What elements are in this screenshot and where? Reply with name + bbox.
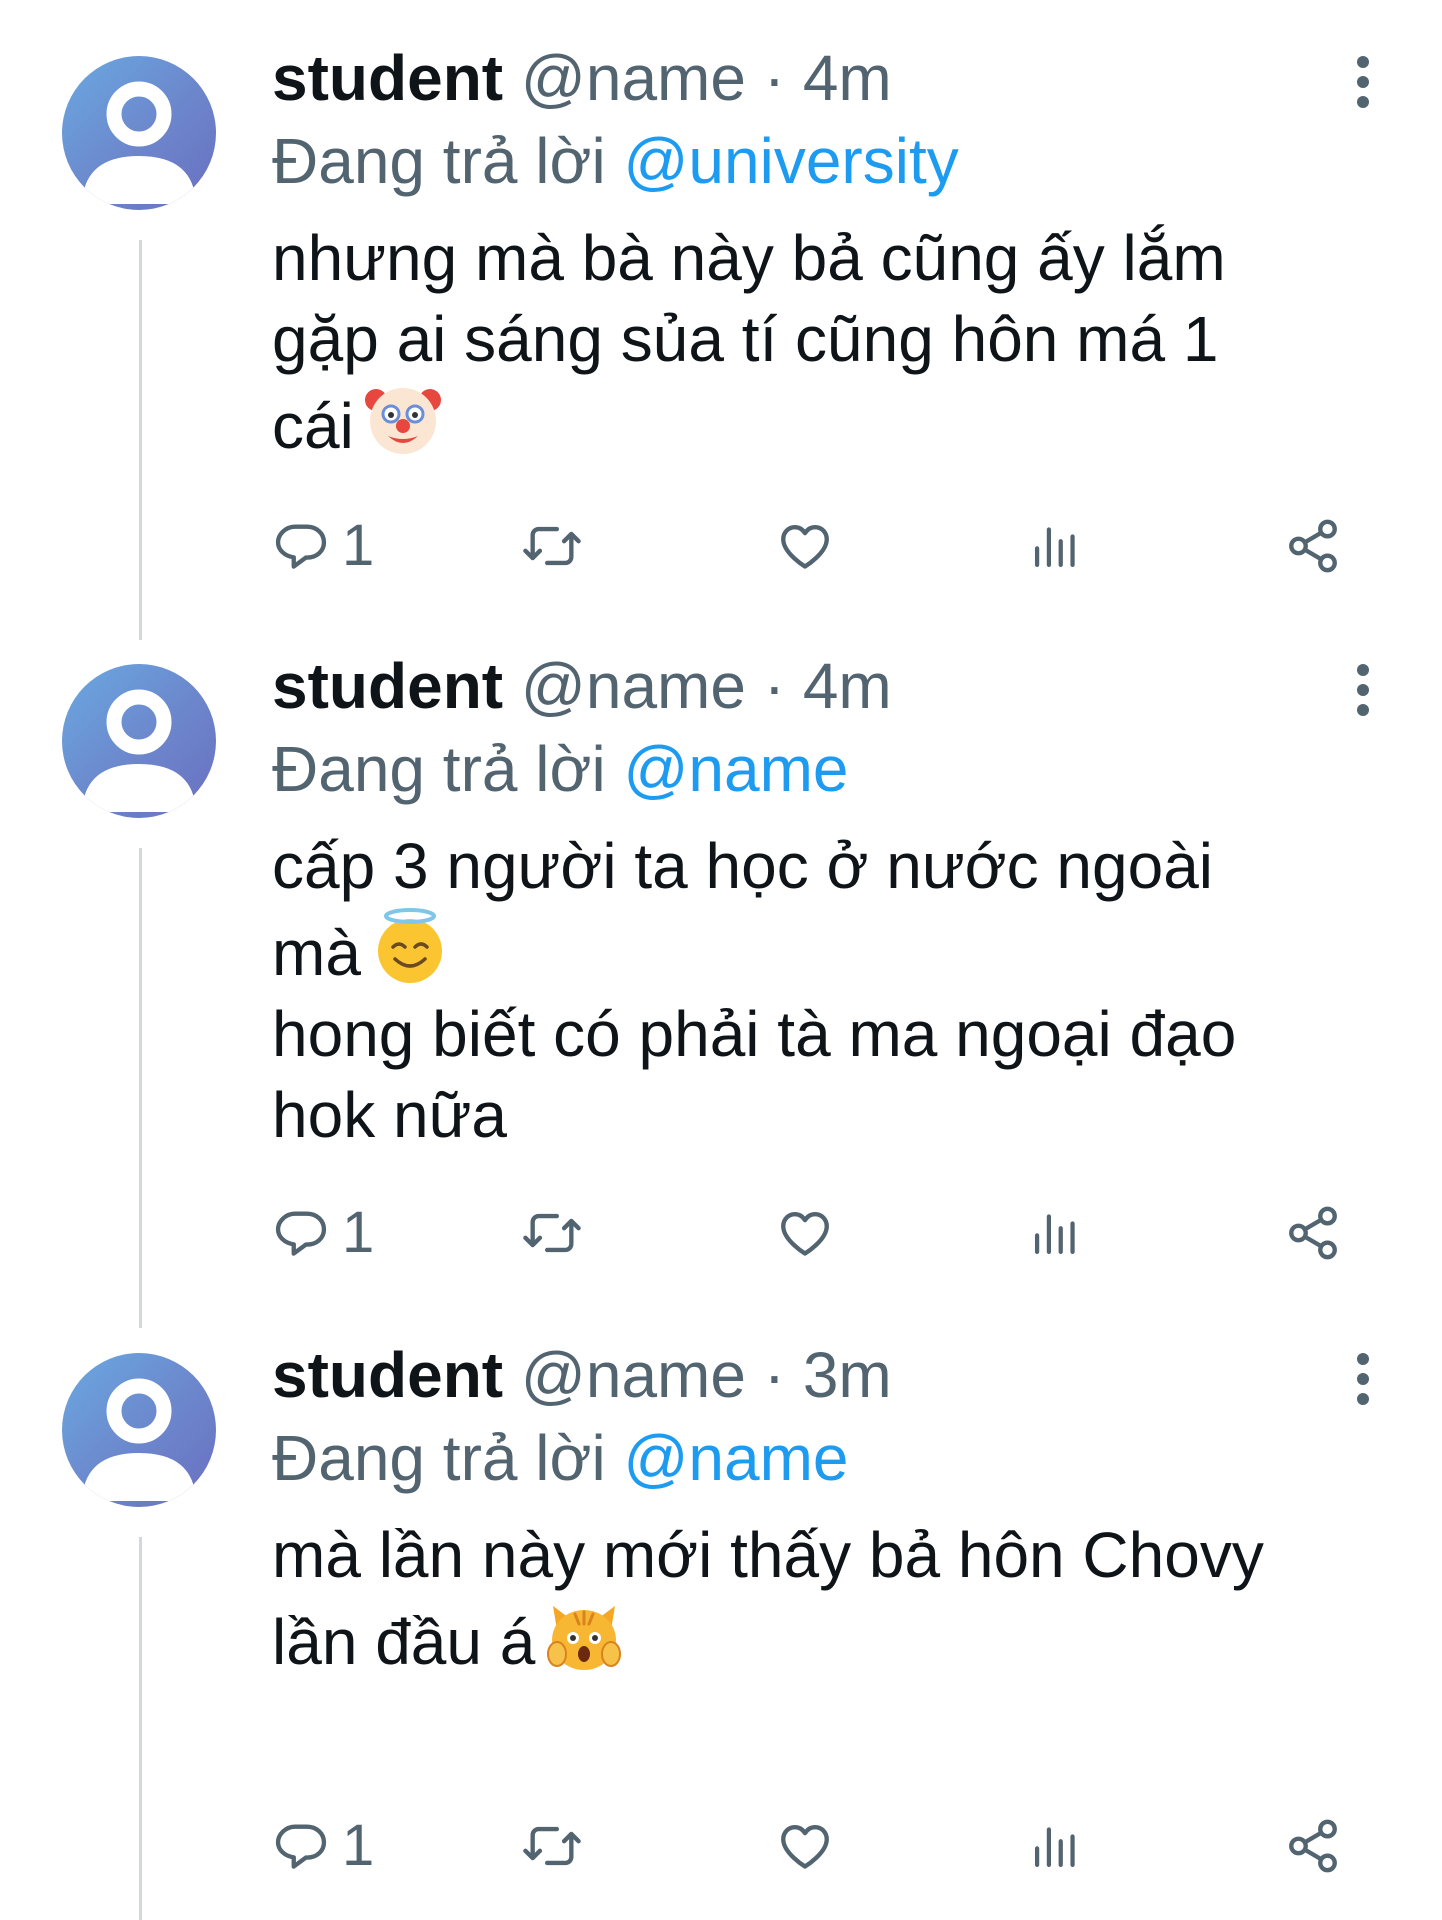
tweet-header: student @name · 3m	[272, 1335, 892, 1415]
tweet-actions: 1	[0, 1806, 1442, 1886]
tweet-text: nhưng mà bà này bả cũng ấy lắm gặp ai sá…	[272, 218, 1392, 467]
views-button[interactable]	[1030, 1806, 1082, 1886]
tweet-text-line: lần đầu á	[272, 1606, 536, 1678]
display-name[interactable]: student	[272, 650, 503, 722]
avatar[interactable]	[62, 56, 216, 210]
weary-cat-emoji	[545, 1596, 623, 1674]
reply-icon	[275, 524, 327, 569]
replying-label: Đang trả lời	[272, 1422, 606, 1494]
views-button[interactable]	[1030, 506, 1082, 586]
tweet-text-line: mà	[272, 917, 361, 989]
replying-label: Đang trả lời	[272, 125, 606, 197]
share-icon	[1289, 1819, 1337, 1873]
retweet-icon	[523, 1826, 581, 1866]
separator: ·	[763, 42, 786, 114]
timestamp[interactable]: 4m	[803, 42, 892, 114]
display-name[interactable]: student	[272, 1339, 503, 1411]
display-name[interactable]: student	[272, 42, 503, 114]
clown-face-emoji	[364, 380, 442, 458]
tweet-text-line: cấp 3 người ta học ở nước ngoài	[272, 830, 1213, 902]
share-icon	[1289, 1206, 1337, 1260]
mention-link[interactable]: @university	[623, 125, 958, 197]
user-handle[interactable]: @name	[521, 1339, 746, 1411]
like-icon	[781, 1211, 829, 1256]
retweet-button[interactable]	[520, 506, 584, 586]
tweet[interactable]: student @name · 3m Đang trả lời @name mà…	[0, 1297, 1442, 1920]
reply-button[interactable]: 1	[272, 1806, 374, 1886]
tweet-text-line: cái	[272, 390, 354, 462]
smiling-face-with-halo-emoji	[371, 907, 449, 985]
retweet-icon	[523, 1213, 581, 1253]
more-icon	[1357, 56, 1369, 108]
reply-count: 1	[342, 513, 375, 578]
mention-link[interactable]: @name	[623, 733, 848, 805]
replying-to: Đang trả lời @name	[272, 729, 849, 809]
avatar[interactable]	[62, 664, 216, 818]
more-options-button[interactable]	[1348, 1349, 1378, 1409]
mention-link[interactable]: @name	[623, 1422, 848, 1494]
tweet-text: cấp 3 người ta học ở nước ngoài mà hong …	[272, 826, 1392, 1156]
tweet-text-line: gặp ai sáng sủa tí cũng hôn má 1	[272, 303, 1219, 375]
default-avatar-icon	[82, 81, 196, 204]
tweet-text-line: hok nữa	[272, 1079, 507, 1151]
default-avatar-icon	[82, 1378, 196, 1501]
more-icon	[1357, 1353, 1369, 1405]
share-button[interactable]	[1284, 1806, 1342, 1886]
tweet[interactable]: student @name · 4m Đang trả lời @univers…	[0, 0, 1442, 650]
replying-label: Đang trả lời	[272, 733, 606, 805]
more-options-button[interactable]	[1348, 660, 1378, 720]
separator: ·	[763, 650, 786, 722]
more-icon	[1357, 664, 1369, 716]
avatar[interactable]	[62, 1353, 216, 1507]
reply-count: 1	[342, 1200, 375, 1265]
default-avatar-icon	[82, 689, 196, 812]
views-button[interactable]	[1030, 1193, 1082, 1273]
share-button[interactable]	[1284, 1193, 1342, 1273]
replying-to: Đang trả lời @university	[272, 121, 959, 201]
like-icon	[781, 524, 829, 569]
reply-icon	[275, 1824, 327, 1869]
tweet-text-line: mà lần này mới thấy bả hôn Chovy	[272, 1519, 1264, 1591]
tweet-actions: 1	[0, 1193, 1442, 1273]
separator: ·	[763, 1339, 786, 1411]
like-button[interactable]	[776, 1806, 834, 1886]
tweet-text-line: hong biết có phải tà ma ngoại đạo	[272, 998, 1237, 1070]
like-icon	[781, 1824, 829, 1869]
retweet-button[interactable]	[520, 1193, 584, 1273]
tweet-actions: 1	[0, 506, 1442, 586]
tweet-text: mà lần này mới thấy bả hôn Chovy lần đầu…	[272, 1515, 1392, 1683]
retweet-icon	[523, 526, 581, 566]
reply-icon	[275, 1211, 327, 1256]
views-icon	[1034, 1827, 1075, 1868]
tweet-header: student @name · 4m	[272, 38, 892, 118]
more-options-button[interactable]	[1348, 52, 1378, 112]
tweet-header: student @name · 4m	[272, 646, 892, 726]
user-handle[interactable]: @name	[521, 650, 746, 722]
tweet[interactable]: student @name · 4m Đang trả lời @name cấ…	[0, 608, 1442, 1328]
retweet-button[interactable]	[520, 1806, 584, 1886]
like-button[interactable]	[776, 506, 834, 586]
user-handle[interactable]: @name	[521, 42, 746, 114]
replying-to: Đang trả lời @name	[272, 1418, 849, 1498]
views-icon	[1034, 527, 1075, 568]
timestamp[interactable]: 3m	[803, 1339, 892, 1411]
reply-button[interactable]: 1	[272, 1193, 374, 1273]
views-icon	[1034, 1214, 1075, 1255]
reply-button[interactable]: 1	[272, 506, 374, 586]
share-icon	[1289, 519, 1337, 573]
timestamp[interactable]: 4m	[803, 650, 892, 722]
like-button[interactable]	[776, 1193, 834, 1273]
share-button[interactable]	[1284, 506, 1342, 586]
reply-count: 1	[342, 1813, 375, 1878]
tweet-text-line: nhưng mà bà này bả cũng ấy lắm	[272, 222, 1226, 294]
